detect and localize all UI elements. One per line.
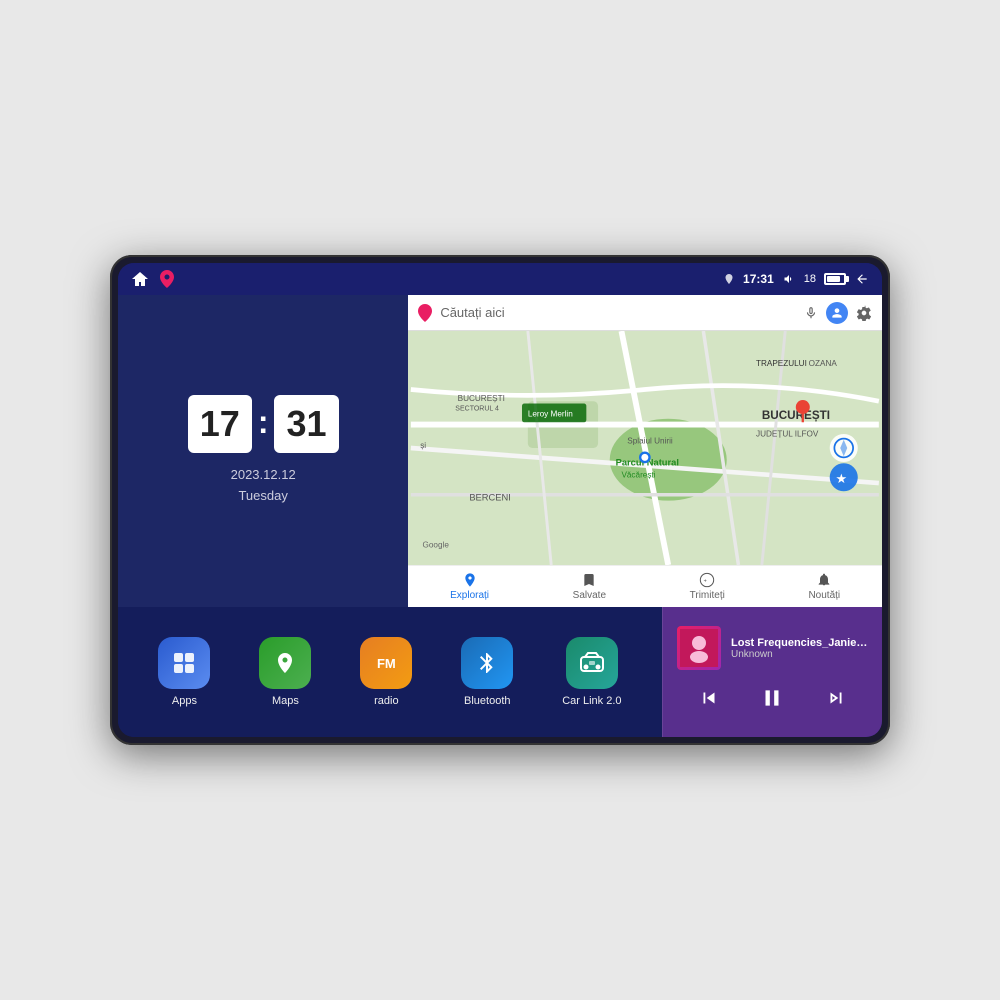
clock-colon: : [258, 404, 269, 441]
svg-text:Google: Google [423, 540, 450, 549]
svg-text:Splaiul Unirii: Splaiul Unirii [628, 436, 674, 445]
bottom-section: Apps Maps FM [118, 607, 882, 737]
app-launcher: Apps Maps FM [118, 607, 662, 737]
map-search-placeholder: Căutați aici [440, 305, 796, 320]
svg-text:BERCENI: BERCENI [470, 493, 512, 503]
radio-icon: FM [360, 637, 412, 689]
prev-button[interactable] [693, 682, 725, 714]
google-maps-pin-icon [418, 304, 432, 322]
music-controls [677, 678, 868, 718]
music-player: Lost Frequencies_Janieck Devy-... Unknow… [662, 607, 882, 737]
svg-text:★: ★ [836, 471, 848, 486]
home-icon[interactable] [130, 271, 150, 287]
svg-text:Leroy Merlin: Leroy Merlin [528, 409, 573, 418]
map-nav-news[interactable]: Noutăți [808, 572, 840, 601]
screen: 17:31 18 [118, 263, 882, 737]
app-item-radio[interactable]: FM radio [360, 637, 412, 707]
svg-text:JUDEȚUL ILFOV: JUDEȚUL ILFOV [756, 429, 819, 438]
clock-hour: 17 [188, 395, 252, 453]
map-nav-send-label: Trimiteți [690, 590, 725, 601]
album-art [677, 626, 721, 670]
map-nav-news-label: Noutăți [808, 590, 840, 601]
svg-text:Văcărești: Văcărești [622, 470, 656, 479]
svg-text:OZANA: OZANA [809, 359, 838, 368]
map-nav-saved[interactable]: Salvate [573, 572, 606, 601]
carlink-label: Car Link 2.0 [562, 695, 621, 707]
svg-text:BUCUREȘTI: BUCUREȘTI [762, 409, 830, 422]
top-section: 17 : 31 2023.12.12 Tuesday [118, 295, 882, 607]
map-nav-saved-label: Salvate [573, 590, 606, 601]
svg-text:+: + [704, 579, 707, 585]
svg-text:și: și [421, 441, 427, 450]
mic-icon[interactable] [804, 306, 818, 320]
carlink-icon [566, 637, 618, 689]
map-settings-icon[interactable] [856, 305, 872, 321]
play-pause-button[interactable] [756, 682, 788, 714]
radio-label: radio [374, 695, 398, 707]
svg-text:SECTORUL 4: SECTORUL 4 [456, 406, 500, 413]
map-nav-send[interactable]: + Trimiteți [690, 572, 725, 601]
music-artist: Unknown [731, 649, 868, 660]
user-avatar[interactable] [826, 302, 848, 324]
svg-text:TRAPEZULUI: TRAPEZULUI [756, 359, 807, 368]
car-head-unit: 17:31 18 [110, 255, 890, 745]
app-item-maps[interactable]: Maps [259, 637, 311, 707]
status-right: 17:31 18 [723, 272, 870, 286]
status-left [130, 270, 174, 288]
music-title: Lost Frequencies_Janieck Devy-... [731, 637, 868, 649]
clock-minute: 31 [274, 395, 338, 453]
apps-label: Apps [172, 695, 197, 707]
volume-icon [782, 273, 796, 285]
map-nav-explore[interactable]: Explorați [450, 572, 489, 601]
next-button[interactable] [820, 682, 852, 714]
map-bottom-nav: Explorați Salvate + [408, 565, 882, 607]
map-widget[interactable]: Căutați aici [408, 295, 882, 607]
clock-widget: 17 : 31 2023.12.12 Tuesday [118, 295, 408, 607]
bluetooth-label: Bluetooth [464, 695, 510, 707]
bluetooth-icon [461, 637, 513, 689]
main-content: 17 : 31 2023.12.12 Tuesday [118, 295, 882, 737]
clock-digits: 17 : 31 [188, 395, 339, 453]
maps-label: Maps [272, 695, 299, 707]
status-bar: 17:31 18 [118, 263, 882, 295]
music-info: Lost Frequencies_Janieck Devy-... Unknow… [677, 626, 868, 670]
app-item-carlink[interactable]: Car Link 2.0 [562, 637, 621, 707]
app-item-bluetooth[interactable]: Bluetooth [461, 637, 513, 707]
map-body[interactable]: Splaiul Unirii Parcul Natural Văcărești … [408, 331, 882, 565]
map-search-bar[interactable]: Căutați aici [408, 295, 882, 331]
maps-pin-status-icon [160, 270, 174, 288]
battery-icon [824, 273, 846, 285]
map-nav-explore-label: Explorați [450, 590, 489, 601]
svg-text:BUCUREȘTI: BUCUREȘTI [458, 394, 505, 403]
battery-level: 18 [804, 273, 816, 285]
status-time: 17:31 [743, 272, 774, 286]
music-text: Lost Frequencies_Janieck Devy-... Unknow… [731, 637, 868, 660]
back-icon[interactable] [854, 272, 870, 286]
apps-icon [158, 637, 210, 689]
map-svg: Splaiul Unirii Parcul Natural Văcărești … [408, 331, 882, 565]
clock-date: 2023.12.12 Tuesday [231, 465, 296, 507]
location-icon [723, 273, 735, 285]
maps-icon [259, 637, 311, 689]
app-item-apps[interactable]: Apps [158, 637, 210, 707]
